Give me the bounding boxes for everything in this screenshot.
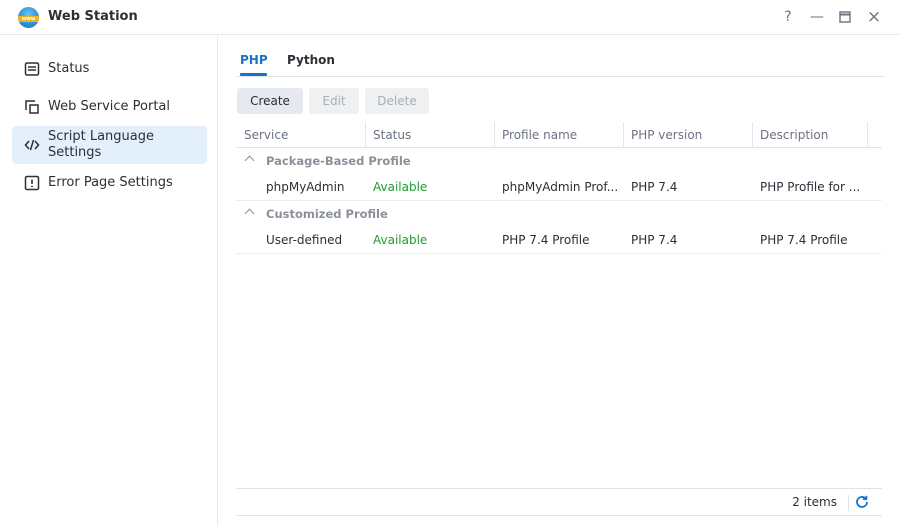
portal-icon: [25, 100, 39, 114]
group-label: Customized Profile: [266, 207, 388, 221]
sidebar-item-status[interactable]: Status: [12, 50, 207, 88]
create-button[interactable]: Create: [237, 88, 303, 114]
help-icon[interactable]: ?: [779, 8, 797, 26]
close-icon[interactable]: ×: [865, 8, 883, 26]
group-row-customized[interactable]: Customized Profile: [236, 201, 882, 227]
tab-python[interactable]: Python: [287, 53, 335, 67]
sidebar-item-label: Error Page Settings: [48, 175, 173, 190]
table-footer: 2 items: [236, 488, 882, 516]
active-tab-indicator: [240, 73, 267, 76]
cell-service: phpMyAdmin: [266, 180, 345, 194]
table-row[interactable]: User-defined Available PHP 7.4 Profile P…: [236, 227, 882, 254]
column-header-profile-name[interactable]: Profile name: [494, 122, 577, 148]
refresh-icon[interactable]: [854, 494, 870, 510]
sidebar-item-label: Script Language: [48, 129, 154, 144]
sidebar-item-web-service-portal[interactable]: Web Service Portal: [12, 88, 207, 126]
chevron-up-icon[interactable]: [244, 208, 255, 219]
status-icon: [24, 62, 40, 76]
cell-description: PHP Profile for ...: [760, 180, 861, 194]
sidebar-item-label: Web Service Portal: [48, 99, 171, 114]
maximize-icon[interactable]: [836, 8, 854, 26]
column-header-php-version[interactable]: PHP version: [623, 122, 702, 148]
tab-php[interactable]: PHP: [240, 53, 268, 67]
table-header: Service Status Profile name PHP version …: [236, 122, 882, 148]
chevron-up-icon[interactable]: [244, 155, 255, 166]
table-row[interactable]: phpMyAdmin Available phpMyAdmin Prof... …: [236, 174, 882, 201]
window-title: Web Station: [48, 9, 138, 24]
edit-button[interactable]: Edit: [309, 88, 359, 114]
cell-php-version: PHP 7.4: [631, 233, 678, 247]
cell-status: Available: [373, 233, 428, 247]
item-count: 2 items: [792, 495, 837, 509]
minimize-icon[interactable]: —: [808, 8, 826, 26]
group-label: Package-Based Profile: [266, 154, 411, 168]
sidebar-item-error-page-settings[interactable]: Error Page Settings: [12, 164, 207, 202]
column-header-service[interactable]: Service: [236, 122, 288, 148]
delete-button[interactable]: Delete: [365, 88, 429, 114]
cell-profile-name: phpMyAdmin Prof...: [502, 180, 619, 194]
column-header-status[interactable]: Status: [365, 122, 411, 148]
cell-service: User-defined: [266, 233, 343, 247]
web-station-app-icon: www: [18, 7, 39, 28]
tab-bar: PHP Python: [236, 40, 885, 77]
cell-status: Available: [373, 180, 428, 194]
sidebar-item-label-line2: Settings: [48, 145, 102, 160]
cell-description: PHP 7.4 Profile: [760, 233, 848, 247]
alert-icon: [24, 175, 40, 191]
group-row-package-based[interactable]: Package-Based Profile: [236, 148, 882, 174]
title-bar: www Web Station ? — ×: [0, 0, 900, 35]
cell-php-version: PHP 7.4: [631, 180, 678, 194]
column-header-description[interactable]: Description: [752, 122, 828, 148]
cell-profile-name: PHP 7.4 Profile: [502, 233, 590, 247]
sidebar: Status Web Service Portal Script Languag…: [0, 36, 218, 525]
code-icon: [24, 139, 40, 151]
sidebar-item-label: Status: [48, 61, 90, 76]
sidebar-item-script-language-settings[interactable]: Script Language Settings: [12, 126, 207, 164]
